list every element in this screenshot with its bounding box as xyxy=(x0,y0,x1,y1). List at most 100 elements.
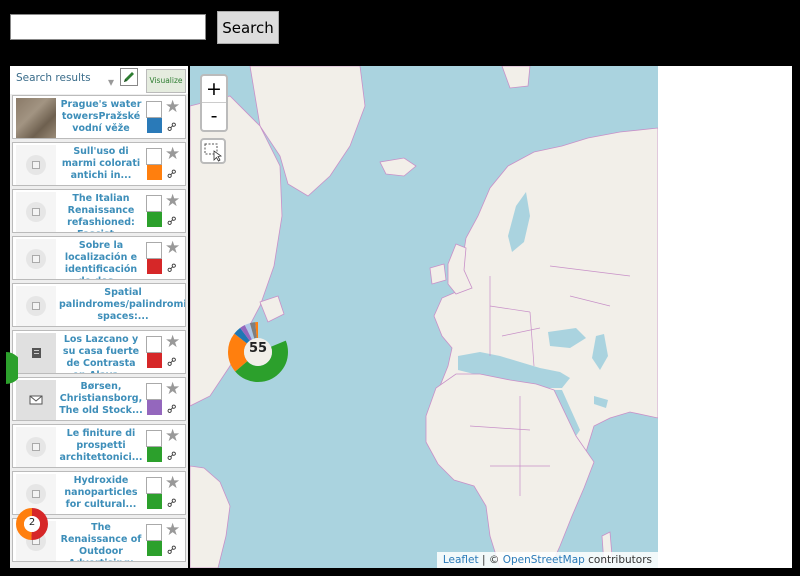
svalbard xyxy=(501,66,531,89)
color-swatch[interactable] xyxy=(147,541,162,556)
results-selector[interactable]: Search results ▾ xyxy=(12,68,116,89)
link-icon[interactable]: ⚯ xyxy=(164,447,181,464)
link-icon[interactable]: ⚯ xyxy=(164,165,181,182)
cluster-count: 55 xyxy=(248,341,268,356)
result-item[interactable]: Le finiture di prospetti architettonici.… xyxy=(12,424,186,468)
result-title[interactable]: Hydroxide nanoparticles for cultural... xyxy=(59,475,143,511)
map-view[interactable]: + - Leaflet | © OpenStreetMap contributo… xyxy=(190,66,658,568)
result-item[interactable]: Sobre la localización e identificación d… xyxy=(12,236,186,280)
link-icon[interactable]: ⚯ xyxy=(164,118,181,135)
iceland xyxy=(379,157,417,177)
select-checkbox[interactable] xyxy=(146,524,162,541)
results-sidebar: Search results ▾ Visualize Prague's wate… xyxy=(10,66,188,568)
star-icon[interactable]: ★ xyxy=(165,145,180,163)
result-item[interactable]: Børsen, Christiansborg, The old Stock...… xyxy=(12,377,186,421)
camera-icon xyxy=(26,202,46,222)
result-title[interactable]: The Renaissance of Outdoor Advertising: … xyxy=(59,522,143,561)
result-thumbnail xyxy=(16,286,56,326)
star-icon[interactable]: ★ xyxy=(165,474,180,492)
result-title[interactable]: Sull'uso di marmi colorati antichi in... xyxy=(59,146,143,182)
result-item[interactable]: Sull'uso di marmi colorati antichi in...… xyxy=(12,142,186,186)
result-title[interactable]: The Italian Renaissance refashioned: Fas… xyxy=(59,193,143,232)
camera-icon xyxy=(26,249,46,269)
result-item[interactable]: Prague's water towersPražské vodní věže … xyxy=(12,95,186,139)
result-thumbnail xyxy=(16,427,56,467)
attribution-suffix: contributors xyxy=(584,554,652,566)
chevron-down-icon: ▾ xyxy=(107,75,114,89)
select-checkbox[interactable] xyxy=(146,101,162,118)
south-america xyxy=(190,465,231,568)
result-title[interactable]: Los Lazcano y su casa fuerte de Contrast… xyxy=(59,334,143,373)
color-swatch[interactable] xyxy=(147,259,162,274)
color-swatch[interactable] xyxy=(147,118,162,133)
result-item[interactable]: The Italian Renaissance refashioned: Fas… xyxy=(12,189,186,233)
star-icon[interactable]: ★ xyxy=(165,427,180,445)
results-selector-label: Search results xyxy=(16,72,91,84)
color-swatch[interactable] xyxy=(147,165,162,180)
envelope-icon xyxy=(29,395,43,405)
search-button[interactable]: Search xyxy=(217,11,279,44)
document-icon xyxy=(32,348,41,358)
result-thumbnail xyxy=(16,145,56,185)
link-icon[interactable]: ⚯ xyxy=(164,494,181,511)
zoom-out-button[interactable]: - xyxy=(202,103,226,129)
box-select-button[interactable] xyxy=(200,138,226,164)
camera-icon xyxy=(26,484,46,504)
result-item[interactable]: Spatial palindromes/palindromic spaces:.… xyxy=(12,283,186,327)
color-swatch[interactable] xyxy=(147,400,162,415)
link-icon[interactable]: ⚯ xyxy=(164,259,181,276)
color-swatch[interactable] xyxy=(147,212,162,227)
result-thumbnail xyxy=(16,380,56,420)
result-title[interactable]: Spatial palindromes/palindromic spaces:.… xyxy=(59,287,185,323)
select-checkbox[interactable] xyxy=(146,336,162,353)
result-thumbnail xyxy=(16,239,56,279)
camera-icon xyxy=(26,155,46,175)
color-swatch[interactable] xyxy=(147,447,162,462)
osm-link[interactable]: OpenStreetMap xyxy=(503,554,585,566)
map-attribution: Leaflet | © OpenStreetMap contributors xyxy=(436,552,658,568)
select-checkbox[interactable] xyxy=(146,477,162,494)
zoom-control: + - xyxy=(200,74,228,132)
link-icon[interactable]: ⚯ xyxy=(164,541,181,558)
color-swatch[interactable] xyxy=(147,353,162,368)
result-title[interactable]: Prague's water towersPražské vodní věže xyxy=(59,99,143,135)
camera-icon xyxy=(26,296,46,316)
color-swatch[interactable] xyxy=(147,494,162,509)
select-checkbox[interactable] xyxy=(146,195,162,212)
camera-icon xyxy=(26,437,46,457)
attribution-sep: | © xyxy=(478,554,503,566)
link-icon[interactable]: ⚯ xyxy=(164,212,181,229)
link-icon[interactable]: ⚯ xyxy=(164,400,181,417)
select-checkbox[interactable] xyxy=(146,383,162,400)
select-area-icon xyxy=(204,143,223,162)
link-icon[interactable]: ⚯ xyxy=(164,353,181,370)
pencil-icon xyxy=(124,72,134,82)
result-thumbnail xyxy=(16,192,56,232)
select-checkbox[interactable] xyxy=(146,430,162,447)
star-icon[interactable]: ★ xyxy=(165,98,180,116)
star-icon[interactable]: ★ xyxy=(165,333,180,351)
select-checkbox[interactable] xyxy=(146,242,162,259)
star-icon[interactable]: ★ xyxy=(165,192,180,210)
star-icon[interactable]: ★ xyxy=(165,239,180,257)
result-thumbnail xyxy=(16,98,56,138)
result-title[interactable]: Børsen, Christiansborg, The old Stock... xyxy=(59,381,143,417)
result-item[interactable]: Los Lazcano y su casa fuerte de Contrast… xyxy=(12,330,186,374)
right-panel xyxy=(658,66,792,568)
result-title[interactable]: Sobre la localización e identificación d… xyxy=(59,240,143,279)
world-map xyxy=(190,66,658,568)
visualize-button[interactable]: Visualize xyxy=(146,69,186,93)
small-cluster-count: 2 xyxy=(28,517,36,528)
leaflet-link[interactable]: Leaflet xyxy=(443,554,479,566)
search-input[interactable] xyxy=(10,14,206,40)
marker-edge[interactable] xyxy=(6,352,18,384)
star-icon[interactable]: ★ xyxy=(165,380,180,398)
result-thumbnail xyxy=(16,333,56,373)
star-icon[interactable]: ★ xyxy=(165,521,180,539)
result-title[interactable]: Le finiture di prospetti architettonici.… xyxy=(59,428,143,464)
select-checkbox[interactable] xyxy=(146,148,162,165)
ireland xyxy=(429,263,447,285)
edit-button[interactable] xyxy=(120,68,138,86)
sidebar-header: Search results ▾ Visualize xyxy=(10,66,188,94)
zoom-in-button[interactable]: + xyxy=(202,76,226,103)
